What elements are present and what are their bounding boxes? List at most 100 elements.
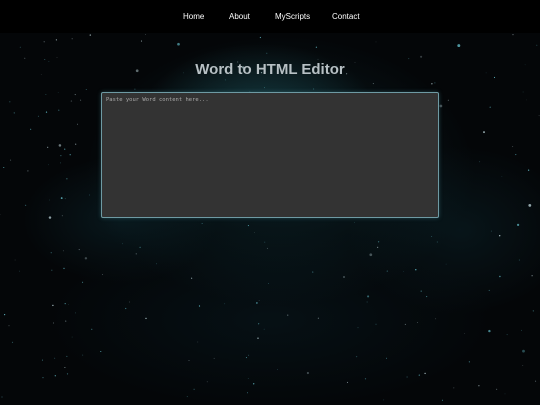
- star-dot: [483, 131, 485, 134]
- star-dot: [532, 310, 534, 312]
- star-dot: [140, 40, 143, 42]
- star-dot: [453, 387, 455, 389]
- star-dot: [134, 88, 136, 90]
- star-dot: [415, 269, 417, 271]
- star-dot: [375, 323, 377, 325]
- star-dot: [375, 41, 377, 43]
- nav-link-myscripts[interactable]: MyScripts: [275, 12, 310, 21]
- star-dot: [71, 336, 73, 338]
- star-dot: [248, 354, 250, 356]
- star-dot: [254, 232, 255, 234]
- star-dot: [50, 252, 52, 254]
- star-dot: [70, 100, 73, 102]
- star-dot: [266, 247, 268, 249]
- star-dot: [417, 321, 419, 323]
- star-dot: [37, 115, 39, 117]
- star-dot: [60, 162, 61, 164]
- word-content-input[interactable]: [101, 92, 439, 218]
- star-dot: [76, 123, 78, 125]
- star-dot: [496, 388, 498, 390]
- star-dot: [512, 34, 514, 36]
- star-dot: [506, 334, 508, 336]
- star-dot: [369, 253, 373, 257]
- star-dot: [538, 115, 540, 117]
- star-dot: [54, 357, 56, 359]
- star-dot: [488, 289, 490, 291]
- star-dot: [367, 295, 370, 298]
- star-dot: [66, 373, 69, 375]
- star-dot: [490, 230, 492, 232]
- star-dot: [463, 332, 465, 334]
- star-dot: [521, 329, 522, 331]
- star-dot: [60, 155, 62, 157]
- star-dot: [10, 159, 12, 161]
- star-dot: [191, 277, 193, 279]
- star-dot: [445, 263, 447, 265]
- nav-link-contact[interactable]: Contact: [332, 12, 360, 21]
- nav-link-home[interactable]: Home: [183, 12, 204, 21]
- star-dot: [65, 320, 67, 322]
- star-dot: [47, 164, 49, 166]
- star-dot: [3, 167, 5, 168]
- star-dot: [74, 94, 76, 96]
- star-dot: [64, 367, 66, 368]
- star-dot: [317, 317, 320, 319]
- star-dot: [247, 225, 249, 227]
- star-dot: [435, 318, 437, 320]
- star-dot: [89, 34, 92, 36]
- star-dot: [193, 388, 195, 390]
- star-dot: [488, 329, 491, 333]
- star-dot: [68, 303, 70, 305]
- star-dot: [377, 241, 380, 243]
- top-navigation-bar: Home About MyScripts Contact: [0, 0, 540, 33]
- nav-link-about[interactable]: About: [229, 12, 250, 21]
- star-dot: [206, 381, 208, 383]
- star-dot: [479, 161, 481, 163]
- star-dot: [198, 305, 201, 307]
- star-dot: [13, 112, 15, 114]
- star-dot: [531, 275, 533, 277]
- star-dot: [431, 236, 433, 237]
- star-dot: [431, 83, 433, 85]
- star-dot: [406, 376, 408, 378]
- star-dot: [64, 302, 66, 305]
- star-dot: [9, 101, 11, 103]
- star-dot: [355, 355, 358, 358]
- star-dot: [386, 270, 388, 272]
- star-dot: [346, 381, 349, 383]
- star-dot: [78, 249, 80, 251]
- star-dot: [82, 354, 84, 356]
- star-dot: [55, 39, 58, 41]
- star-dot: [145, 34, 146, 35]
- star-dot: [447, 99, 449, 101]
- star-dot: [268, 283, 269, 284]
- star-dot: [528, 203, 532, 207]
- star-dot: [56, 57, 58, 58]
- page-title: Word to HTML Editor: [195, 61, 345, 78]
- star-dot: [403, 271, 404, 272]
- star-dot: [186, 396, 188, 398]
- star-dot: [258, 323, 260, 325]
- star-dot: [57, 92, 59, 93]
- star-dot: [317, 58, 319, 60]
- star-dot: [61, 215, 63, 217]
- star-dot: [259, 36, 262, 39]
- star-dot: [245, 357, 247, 359]
- star-dot: [343, 276, 345, 278]
- star-dot: [47, 146, 49, 148]
- star-dot: [263, 87, 265, 89]
- star-dot: [247, 392, 248, 394]
- star-dot: [19, 270, 20, 272]
- star-dot: [145, 317, 147, 320]
- star-dot: [75, 143, 77, 145]
- star-dot: [45, 94, 47, 95]
- star-dot: [42, 376, 44, 379]
- star-dot: [434, 82, 436, 84]
- star-dot: [504, 393, 506, 395]
- star-dot: [277, 369, 278, 371]
- star-dot: [48, 216, 52, 219]
- star-dot: [536, 44, 538, 46]
- star-dot: [82, 281, 84, 283]
- star-dot: [139, 246, 141, 249]
- star-dot: [51, 269, 53, 271]
